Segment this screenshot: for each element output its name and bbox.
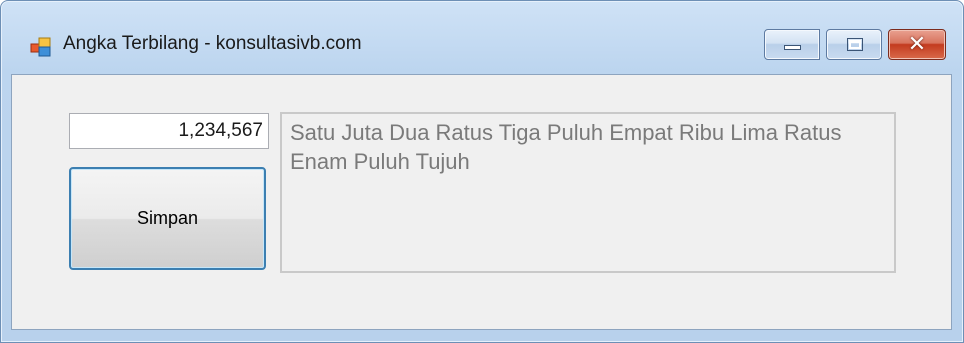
number-input[interactable] — [69, 113, 269, 149]
result-text-box: Satu Juta Dua Ratus Tiga Puluh Empat Rib… — [280, 112, 896, 273]
maximize-icon — [847, 38, 863, 51]
minimize-button[interactable] — [764, 29, 820, 60]
save-button[interactable]: Simpan — [69, 167, 266, 270]
window-title: Angka Terbilang - konsultasivb.com — [63, 33, 362, 54]
maximize-button[interactable] — [826, 29, 882, 60]
minimize-icon — [784, 45, 801, 50]
form-icon — [30, 37, 52, 57]
form-client-area: Simpan Satu Juta Dua Ratus Tiga Puluh Em… — [11, 74, 952, 330]
close-icon: ✕ — [907, 32, 927, 57]
close-button[interactable]: ✕ — [888, 29, 946, 60]
title-bar[interactable]: Angka Terbilang - konsultasivb.com ✕ — [1, 1, 963, 71]
app-window: Angka Terbilang - konsultasivb.com ✕ Sim… — [0, 0, 964, 343]
